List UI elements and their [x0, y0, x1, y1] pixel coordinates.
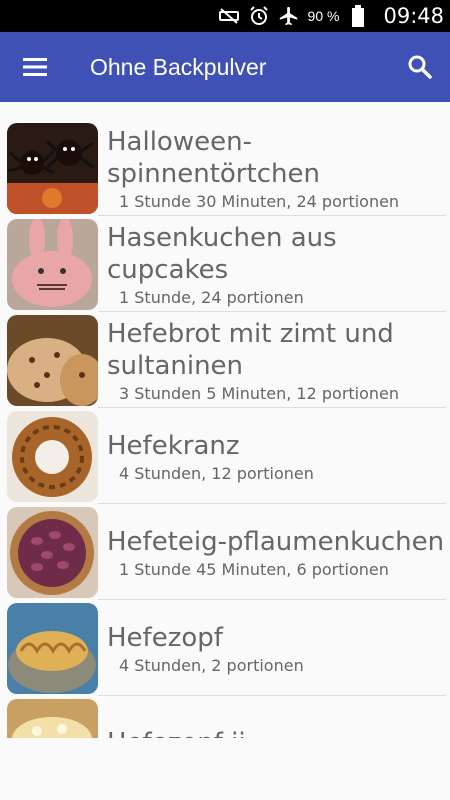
list-item[interactable]: Hefeteig-pflaumenkuchen 1 Stunde 45 Minu…: [0, 504, 450, 600]
recipe-thumbnail: [7, 411, 98, 502]
airplane-icon: [278, 5, 300, 27]
recipe-name: Hasenkuchen aus cupcakes: [107, 222, 337, 285]
recipe-name: Hefeteig-pflaumenkuchen: [107, 526, 445, 557]
list-item[interactable]: Hefezopf 4 Stunden, 2 portionen: [0, 600, 450, 696]
battery-percent: 90 %: [307, 8, 340, 24]
recipe-name: Halloween-spinnentörtchen: [107, 126, 320, 189]
page-title: Ohne Backpulver: [90, 53, 267, 80]
recipe-thumbnail: [7, 123, 98, 214]
recipe-thumbnail: [7, 315, 98, 406]
recipe-list[interactable]: Halloween-spinnentörtchen 1 Stunde 30 Mi…: [0, 120, 450, 738]
menu-button[interactable]: [0, 32, 70, 102]
list-item[interactable]: Hefezopf ii: [0, 696, 450, 738]
list-item[interactable]: Hefekranz 4 Stunden, 12 portionen: [0, 408, 450, 504]
recipe-name: Hefezopf ii: [107, 727, 450, 738]
recipe-thumbnail: [7, 603, 98, 694]
app-bar: Ohne Backpulver: [0, 32, 450, 102]
recipe-meta: 1 Stunde 45 Minuten, 6 portionen: [119, 559, 389, 579]
recipe-name: Hefezopf: [107, 622, 223, 653]
alarm-icon: [248, 5, 270, 27]
recipe-meta: 3 Stunden 5 Minuten, 12 portionen: [119, 383, 400, 403]
list-item[interactable]: Hefebrot mit zimt und sultaninen 3 Stund…: [0, 312, 450, 408]
recipe-thumbnail: [7, 507, 98, 598]
status-bar: 90 % 09:48: [0, 0, 450, 32]
recipe-meta: 1 Stunde 30 Minuten, 24 portionen: [119, 191, 400, 211]
list-item[interactable]: Hasenkuchen aus cupcakes 1 Stunde, 24 po…: [0, 216, 450, 312]
recipe-meta: 1 Stunde, 24 portionen: [119, 287, 304, 307]
mute-icon: [218, 5, 240, 27]
recipe-name: Hefebrot mit zimt und sultaninen: [107, 318, 394, 381]
search-icon: [408, 55, 432, 79]
clock: 09:48: [383, 4, 444, 28]
list-item[interactable]: Halloween-spinnentörtchen 1 Stunde 30 Mi…: [0, 120, 450, 216]
recipe-meta: 4 Stunden, 12 portionen: [119, 463, 314, 483]
recipe-thumbnail: [7, 219, 98, 310]
battery-icon: [347, 5, 369, 27]
recipe-name: Hefekranz: [107, 430, 240, 461]
search-button[interactable]: [390, 32, 450, 102]
hamburger-menu-icon: [23, 58, 47, 76]
recipe-thumbnail: [7, 699, 98, 738]
recipe-meta: 4 Stunden, 2 portionen: [119, 655, 304, 675]
